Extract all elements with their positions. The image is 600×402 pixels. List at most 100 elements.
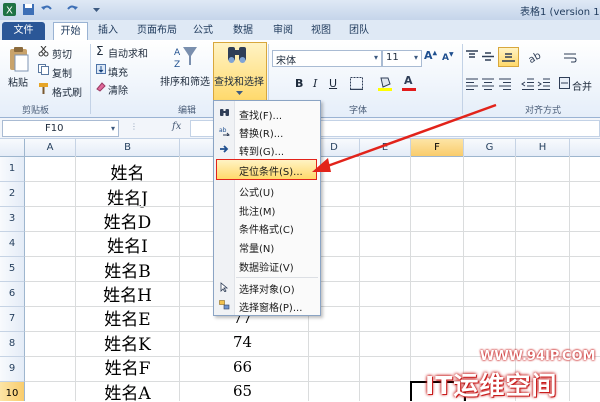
- cell-b9[interactable]: 姓名F: [76, 354, 179, 379]
- watermark-url: WWW.94IP.COM: [480, 349, 596, 364]
- fill-color-icon[interactable]: [378, 76, 392, 94]
- grid-line: [359, 156, 360, 401]
- tab-data[interactable]: 数据: [228, 22, 258, 40]
- menu-item-formulas[interactable]: 公式(U): [239, 184, 274, 199]
- column-header-b[interactable]: B: [76, 139, 180, 157]
- column-header-a[interactable]: A: [25, 139, 76, 157]
- align-middle-icon[interactable]: [481, 50, 495, 66]
- shrink-font-icon[interactable]: A▼: [442, 51, 454, 63]
- align-center-icon[interactable]: [481, 78, 495, 93]
- tab-insert[interactable]: 插入: [93, 22, 123, 40]
- tab-file[interactable]: 文件: [2, 22, 45, 40]
- menu-item-constants[interactable]: 常量(N): [239, 240, 274, 255]
- title-bar: X 表格1 (version 1).x: [0, 0, 600, 20]
- menu-item-goto[interactable]: 转到(G)...: [239, 143, 284, 158]
- row-header[interactable]: 4: [0, 232, 25, 257]
- align-left-icon[interactable]: [465, 78, 479, 93]
- cell-b3[interactable]: 姓名D: [76, 208, 179, 233]
- customize-toolbar-icon[interactable]: [90, 3, 103, 16]
- font-name-dropdown[interactable]: 宋体 ▾: [272, 50, 382, 67]
- sort-filter-button[interactable]: 排序和筛选: [160, 73, 210, 88]
- sort-filter-icon: AZ: [174, 45, 198, 72]
- row-header[interactable]: 6: [0, 282, 25, 307]
- svg-text:X: X: [6, 6, 13, 17]
- cell-c10[interactable]: 65: [205, 382, 280, 400]
- find-select-button[interactable]: 查找和选择: [214, 73, 264, 88]
- row-header[interactable]: 10: [0, 382, 25, 401]
- autosum-button[interactable]: 自动求和: [108, 45, 148, 60]
- align-top-icon[interactable]: [465, 50, 479, 66]
- format-painter-button[interactable]: 格式刷: [52, 84, 82, 99]
- group-editing-label: 编辑: [178, 106, 197, 116]
- column-header-h[interactable]: H: [516, 139, 570, 157]
- chevron-down-icon: ▾: [373, 53, 378, 62]
- paste-button[interactable]: 粘贴: [8, 74, 28, 89]
- cell-b7[interactable]: 姓名E: [76, 305, 179, 330]
- copy-button[interactable]: 复制: [52, 65, 72, 80]
- decrease-indent-icon[interactable]: [521, 78, 535, 93]
- tab-view[interactable]: 视图: [306, 22, 336, 40]
- redo-icon[interactable]: [66, 3, 79, 16]
- font-size-dropdown[interactable]: 11 ▾: [382, 50, 422, 67]
- row-header[interactable]: 8: [0, 332, 25, 357]
- italic-button[interactable]: I: [313, 77, 317, 90]
- menu-item-find[interactable]: 查找(F)...: [239, 107, 282, 122]
- undo-icon[interactable]: [40, 3, 53, 16]
- tab-formulas[interactable]: 公式: [188, 22, 218, 40]
- row-header[interactable]: 2: [0, 182, 25, 207]
- increase-indent-icon[interactable]: [537, 78, 551, 93]
- orientation-icon[interactable]: ab: [527, 49, 543, 66]
- name-box[interactable]: F10 ▾: [2, 120, 119, 137]
- tab-page-layout[interactable]: 页面布局: [131, 22, 183, 40]
- cell-c8[interactable]: 74: [205, 333, 280, 351]
- menu-item-data-validation[interactable]: 数据验证(V): [239, 259, 294, 274]
- cell-c9[interactable]: 66: [205, 358, 280, 376]
- column-header-i[interactable]: [570, 139, 600, 157]
- clear-button[interactable]: 清除: [108, 82, 128, 97]
- row-header[interactable]: 9: [0, 357, 25, 382]
- row-header[interactable]: 7: [0, 307, 25, 332]
- menu-item-replace[interactable]: 替换(R)...: [239, 125, 283, 140]
- save-icon[interactable]: [22, 3, 35, 16]
- paste-icon[interactable]: [7, 46, 31, 75]
- cell-b4[interactable]: 姓名I: [76, 232, 179, 257]
- tab-team[interactable]: 团队: [344, 22, 374, 40]
- borders-icon[interactable]: [350, 77, 363, 93]
- wrap-text-icon[interactable]: [563, 52, 577, 67]
- merge-icon[interactable]: [559, 77, 570, 92]
- menu-item-comments[interactable]: 批注(M): [239, 203, 275, 218]
- tab-home[interactable]: 开始: [53, 22, 88, 41]
- cell-b10[interactable]: 姓名A: [76, 379, 179, 401]
- replace-icon: ab: [219, 126, 230, 137]
- menu-item-selection-pane[interactable]: 选择窗格(P)...: [239, 299, 302, 314]
- insert-function-icon[interactable]: fx: [172, 121, 181, 132]
- font-color-icon[interactable]: A: [402, 74, 416, 94]
- window-title: 表格1 (version 1).x: [520, 7, 600, 18]
- bold-button[interactable]: B: [295, 77, 303, 90]
- cell-b5[interactable]: 姓名B: [76, 257, 179, 282]
- format-painter-icon: [38, 83, 49, 97]
- cut-button[interactable]: 剪切: [52, 46, 72, 61]
- arrow-right-icon: [219, 144, 230, 154]
- eraser-icon: [96, 82, 106, 95]
- cell-b6[interactable]: 姓名H: [76, 281, 179, 306]
- watermark-text: IT运维空间: [425, 371, 558, 400]
- menu-item-goto-special[interactable]: 定位条件(S)...: [239, 163, 303, 178]
- align-right-icon[interactable]: [498, 78, 512, 93]
- tab-review[interactable]: 审阅: [268, 22, 298, 40]
- fill-button[interactable]: 填充: [108, 64, 128, 79]
- align-bottom-icon[interactable]: [498, 47, 519, 67]
- menu-item-conditional-formatting[interactable]: 条件格式(C): [239, 221, 294, 236]
- row-header[interactable]: 1: [0, 157, 25, 182]
- row-header[interactable]: 3: [0, 207, 25, 232]
- select-all-corner[interactable]: [0, 139, 25, 157]
- grow-font-icon[interactable]: A▲: [424, 49, 437, 62]
- merge-button[interactable]: 合并: [572, 78, 592, 93]
- menu-item-select-objects[interactable]: 选择对象(O): [239, 281, 295, 296]
- fill-icon: [96, 64, 106, 77]
- dropdown-arrow-icon: [236, 88, 243, 99]
- cell-b8[interactable]: 姓名K: [76, 330, 179, 355]
- underline-button[interactable]: U: [329, 77, 337, 90]
- row-header[interactable]: 5: [0, 257, 25, 282]
- name-box-value: F10: [45, 123, 64, 134]
